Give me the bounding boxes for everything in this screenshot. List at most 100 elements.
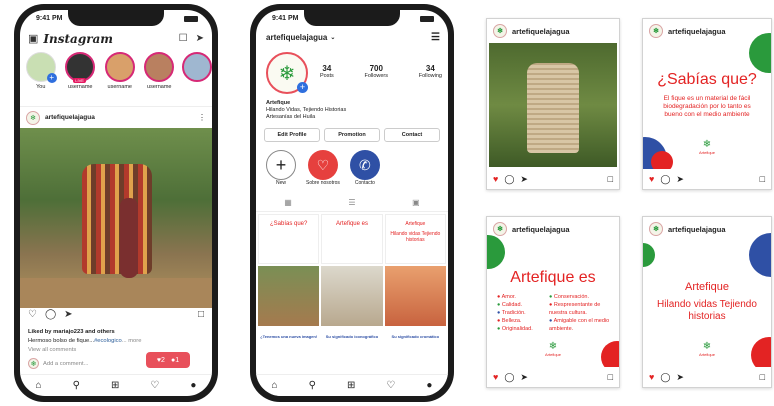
grid-post-2[interactable]: Artefique es: [321, 214, 383, 264]
direct-message-icon[interactable]: ➤: [196, 34, 204, 44]
post-avatar[interactable]: ❄: [26, 110, 40, 125]
bookmark-icon[interactable]: □: [608, 174, 613, 184]
card-body: El fique es un material de fácil biodegr…: [663, 95, 751, 118]
camera-icon[interactable]: ▣: [28, 33, 38, 45]
value-item: ● Tradición.: [497, 310, 526, 316]
phone-profile: 9:41 PM artefiquelajagua ⌄ ☰ ❄ + 34 Posts 7…: [250, 4, 454, 402]
leaf-icon: ❄: [548, 341, 558, 352]
story-4[interactable]: [182, 52, 212, 102]
value-item: ● Originalidad.: [497, 326, 533, 332]
stat-following[interactable]: 34 Following: [419, 64, 442, 79]
igtv-icon[interactable]: ☐: [179, 34, 188, 44]
bookmark-icon[interactable]: □: [760, 174, 765, 184]
list-icon[interactable]: ☰: [348, 198, 355, 211]
grid-icon[interactable]: ▦: [284, 198, 292, 211]
highlight-label: New: [275, 180, 286, 186]
card-subtitle: Hilando vidas Tejiendo historias: [657, 299, 757, 322]
card-header: ❄ artefiquelajagua: [643, 217, 771, 241]
grid-post-1[interactable]: ¿Sabías que?: [258, 214, 320, 264]
post-card-sabias[interactable]: ❄ artefiquelajagua ¿Sabías que? El fique …: [642, 18, 772, 190]
notif-comment-count: 1: [175, 356, 180, 364]
liked-user[interactable]: mariajo223: [53, 329, 83, 335]
profile-avatar[interactable]: ❄ +: [266, 52, 308, 94]
bookmark-icon[interactable]: □: [760, 372, 765, 382]
add-comment-input[interactable]: Add a comment...: [43, 361, 88, 367]
bookmark-icon[interactable]: □: [198, 310, 204, 324]
caption-hashtag[interactable]: #ecologico: [94, 338, 122, 344]
card-image: [489, 43, 617, 167]
add-story-icon[interactable]: +: [297, 82, 308, 93]
post-card-hilando[interactable]: ❄ artefiquelajagua Artefique Hilando vida…: [642, 216, 772, 388]
grid-post-6[interactable]: [384, 266, 446, 326]
profile-icon[interactable]: ●: [426, 380, 432, 391]
profile-icon[interactable]: ●: [190, 380, 196, 391]
share-icon[interactable]: ➤: [520, 372, 528, 383]
post-image[interactable]: [20, 128, 212, 308]
activity-icon[interactable]: ♡: [386, 380, 395, 391]
add-post-icon[interactable]: ⊞: [347, 380, 355, 391]
highlight-new[interactable]: + New: [266, 150, 296, 186]
post-username[interactable]: artefiquelajagua: [45, 114, 95, 121]
story-label: username: [107, 84, 132, 90]
caption-more[interactable]: ... more: [122, 338, 142, 344]
grid-post-7[interactable]: ¿Tenemos una nueva imagen!: [258, 328, 319, 352]
notification-bubble[interactable]: ♥2 ●1: [146, 352, 190, 368]
activity-icon[interactable]: ♡: [150, 380, 159, 391]
story-you[interactable]: + You: [24, 52, 58, 102]
more-options-icon[interactable]: ⋮: [198, 113, 206, 122]
grid-post-4[interactable]: [258, 266, 320, 326]
add-comment-row[interactable]: ❄ Add a comment...: [28, 358, 88, 369]
comment-icon[interactable]: ◯: [660, 372, 670, 383]
grid-post-subtitle: Hilando vidas Tejiendo historias: [390, 231, 441, 243]
story-2[interactable]: username: [103, 52, 137, 102]
card-username[interactable]: artefiquelajagua: [512, 225, 570, 234]
comment-icon[interactable]: ◯: [660, 174, 670, 185]
comment-icon[interactable]: ◯: [504, 174, 514, 185]
home-icon[interactable]: ⌂: [36, 380, 42, 391]
grid-post-5[interactable]: [321, 266, 383, 326]
logo-text: Artefique: [544, 352, 561, 357]
highlight-contact[interactable]: ✆ Contacto: [349, 150, 380, 186]
menu-icon[interactable]: ☰: [431, 32, 440, 43]
comment-icon[interactable]: ◯: [45, 310, 56, 324]
share-icon[interactable]: ➤: [520, 174, 528, 185]
story-3[interactable]: username: [143, 52, 177, 102]
promotion-button[interactable]: Promotion: [324, 128, 380, 142]
card-actions: ♥ ◯ ➤ □: [487, 367, 619, 387]
profile-username[interactable]: artefiquelajagua: [266, 33, 327, 42]
heart-icon[interactable]: ♥: [649, 174, 654, 184]
story-1[interactable]: LIVE username: [64, 52, 98, 102]
chevron-down-icon[interactable]: ⌄: [330, 34, 335, 41]
heart-icon[interactable]: ♡: [28, 310, 37, 324]
stat-posts[interactable]: 34 Posts: [320, 64, 334, 79]
post-card-artefique-es[interactable]: ❄ artefiquelajagua Artefique es ● Amor. ●…: [486, 216, 620, 388]
heart-icon[interactable]: ♥: [649, 372, 654, 382]
doll-illustration: [120, 198, 138, 278]
heart-icon[interactable]: ♥: [493, 372, 498, 382]
grid-post-9[interactable]: Su significado cromático: [385, 328, 446, 352]
home-icon[interactable]: ⌂: [272, 380, 278, 391]
grid-post-3[interactable]: Artefique Hilando vidas Tejiendo historia…: [384, 214, 446, 264]
bookmark-icon[interactable]: □: [608, 372, 613, 382]
notif-like-icon: ♥2: [156, 356, 165, 364]
search-icon[interactable]: ⚲: [73, 380, 80, 391]
search-icon[interactable]: ⚲: [309, 380, 316, 391]
highlights-row: + New ♡ Sobre nosotros ✆ Contacto: [266, 150, 380, 186]
edit-profile-button[interactable]: Edit Profile: [264, 128, 320, 142]
card-username[interactable]: artefiquelajagua: [668, 27, 726, 36]
share-icon[interactable]: ➤: [676, 174, 684, 185]
tagged-icon[interactable]: ▣: [412, 198, 420, 211]
stat-followers[interactable]: 700 Followers: [364, 64, 388, 79]
heart-icon[interactable]: ♥: [493, 174, 498, 184]
highlight-about[interactable]: ♡ Sobre nosotros: [306, 150, 340, 186]
add-post-icon[interactable]: ⊞: [111, 380, 119, 391]
share-icon[interactable]: ➤: [676, 372, 684, 383]
comment-icon[interactable]: ◯: [504, 372, 514, 383]
grid-post-8[interactable]: Su significado iconográfico: [321, 328, 382, 352]
card-username[interactable]: artefiquelajagua: [512, 27, 570, 36]
contact-button[interactable]: Contact: [384, 128, 440, 142]
feed-screen: 9:41 PM ▣ Instagram ☐ ➤ + You LIVE usern…: [20, 10, 212, 396]
card-username[interactable]: artefiquelajagua: [668, 225, 726, 234]
post-card-photo[interactable]: ❄ artefiquelajagua ♥ ◯ ➤ □: [486, 18, 620, 190]
share-icon[interactable]: ➤: [64, 310, 72, 324]
